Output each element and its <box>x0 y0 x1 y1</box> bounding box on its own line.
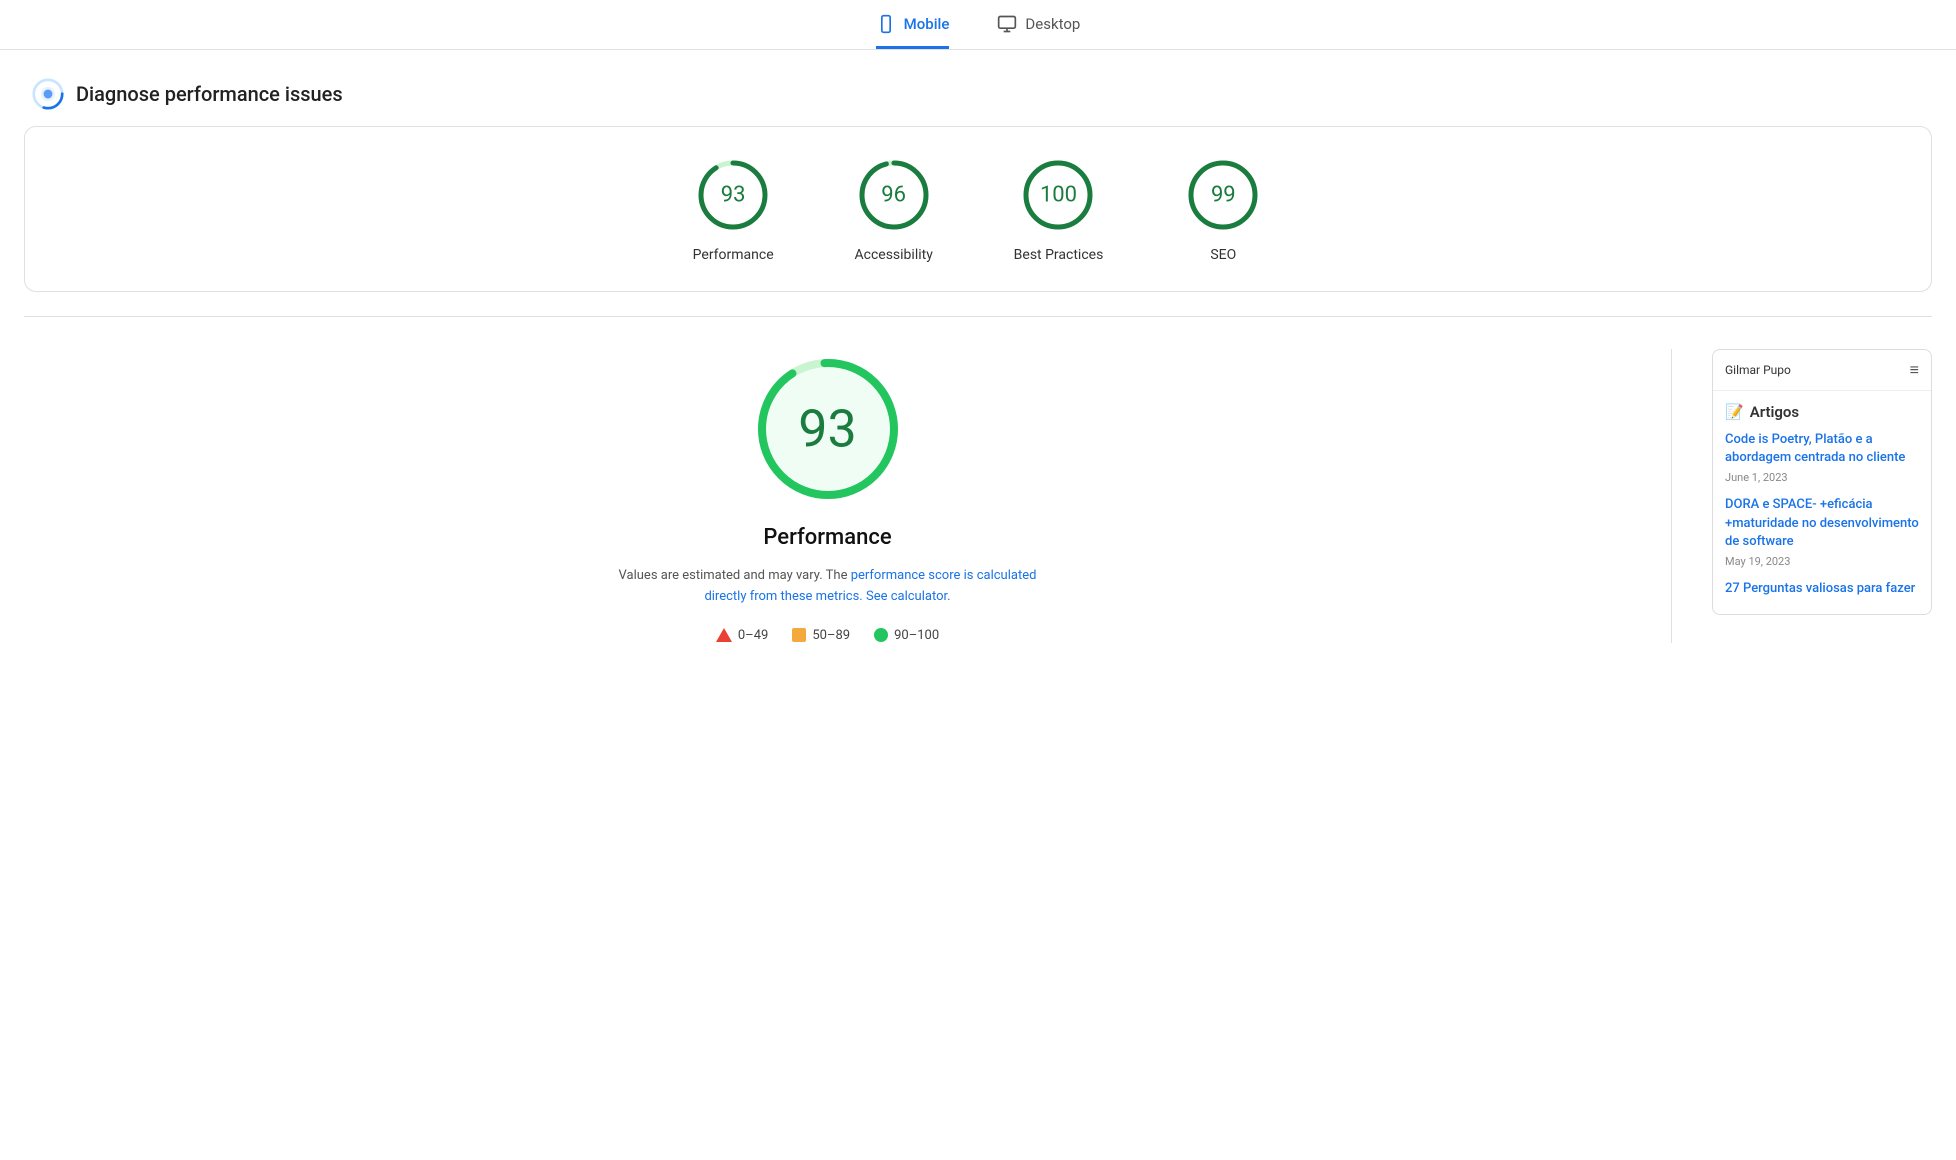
tab-desktop-label: Desktop <box>1025 15 1080 33</box>
gauge-accessibility: 96 <box>854 155 934 235</box>
legend-triangle-icon <box>716 628 732 642</box>
scores-card: 93 Performance 96 Accessibility 100 Best… <box>24 126 1932 292</box>
legend-item-fail: 0–49 <box>716 628 768 643</box>
legend-item-average: 50–89 <box>792 628 850 643</box>
section-header: Diagnose performance issues <box>0 50 1956 126</box>
score-value-best-practices: 100 <box>1040 183 1077 208</box>
score-item-best-practices: 100 Best Practices <box>1014 155 1104 263</box>
score-item-seo: 99 SEO <box>1183 155 1263 263</box>
legend-average-range: 50–89 <box>812 628 850 643</box>
preview-site-name: Gilmar Pupo <box>1725 363 1791 377</box>
score-item-accessibility: 96 Accessibility <box>854 155 934 263</box>
gauge-seo: 99 <box>1183 155 1263 235</box>
main-content: 93 Performance Values are estimated and … <box>0 317 1956 675</box>
score-label-performance: Performance <box>693 247 774 263</box>
section-title: Diagnose performance issues <box>76 82 343 106</box>
vertical-divider <box>1671 349 1672 643</box>
score-value-performance: 93 <box>721 183 746 208</box>
gauge-performance: 93 <box>693 155 773 235</box>
performance-title: Performance <box>763 525 891 550</box>
spinner-icon <box>32 78 64 110</box>
legend-pass-range: 90–100 <box>894 628 939 643</box>
tab-mobile[interactable]: Mobile <box>876 14 950 49</box>
legend-square-icon <box>792 628 806 642</box>
score-label-accessibility: Accessibility <box>854 247 932 263</box>
tab-bar: Mobile Desktop <box>0 0 1956 50</box>
preview-card: Gilmar Pupo ≡ 📝 Artigos Code is Poetry, … <box>1712 349 1932 615</box>
section-emoji: 📝 <box>1725 403 1744 421</box>
article-2-title: DORA e SPACE- +eficácia +maturidade no d… <box>1725 496 1919 551</box>
score-value-accessibility: 96 <box>881 183 906 208</box>
score-label-seo: SEO <box>1210 247 1236 263</box>
mobile-icon <box>876 14 896 34</box>
legend: 0–49 50–89 90–100 <box>716 628 939 643</box>
big-score-value: 93 <box>798 399 856 460</box>
website-preview: Gilmar Pupo ≡ 📝 Artigos Code is Poetry, … <box>1712 349 1932 643</box>
score-value-seo: 99 <box>1211 183 1236 208</box>
legend-item-pass: 90–100 <box>874 628 939 643</box>
preview-section-title: 📝 Artigos <box>1725 403 1919 421</box>
tab-desktop[interactable]: Desktop <box>997 14 1080 49</box>
article-3-title: 27 Perguntas valiosas para fazer <box>1725 580 1919 598</box>
score-label-best-practices: Best Practices <box>1014 247 1104 263</box>
big-gauge-performance: 93 <box>748 349 908 509</box>
legend-dot-icon <box>874 628 888 642</box>
preview-header: Gilmar Pupo ≡ <box>1713 350 1931 391</box>
preview-body: 📝 Artigos Code is Poetry, Platão e a abo… <box>1713 391 1931 614</box>
performance-description: Values are estimated and may vary. The p… <box>619 566 1037 608</box>
calculator-link[interactable]: See calculator. <box>866 589 951 604</box>
legend-fail-range: 0–49 <box>738 628 768 643</box>
gauge-best-practices: 100 <box>1018 155 1098 235</box>
performance-detail: 93 Performance Values are estimated and … <box>24 349 1631 643</box>
article-1-date: June 1, 2023 <box>1725 471 1919 484</box>
article-2-date: May 19, 2023 <box>1725 555 1919 568</box>
desktop-icon <box>997 14 1017 34</box>
section-title-text: Artigos <box>1750 403 1799 421</box>
desc-text: Values are estimated and may vary. The <box>619 568 851 583</box>
tab-mobile-label: Mobile <box>904 15 950 33</box>
article-1-title: Code is Poetry, Platão e a abordagem cen… <box>1725 431 1919 467</box>
preview-menu-icon: ≡ <box>1910 360 1919 380</box>
score-item-performance: 93 Performance <box>693 155 774 263</box>
